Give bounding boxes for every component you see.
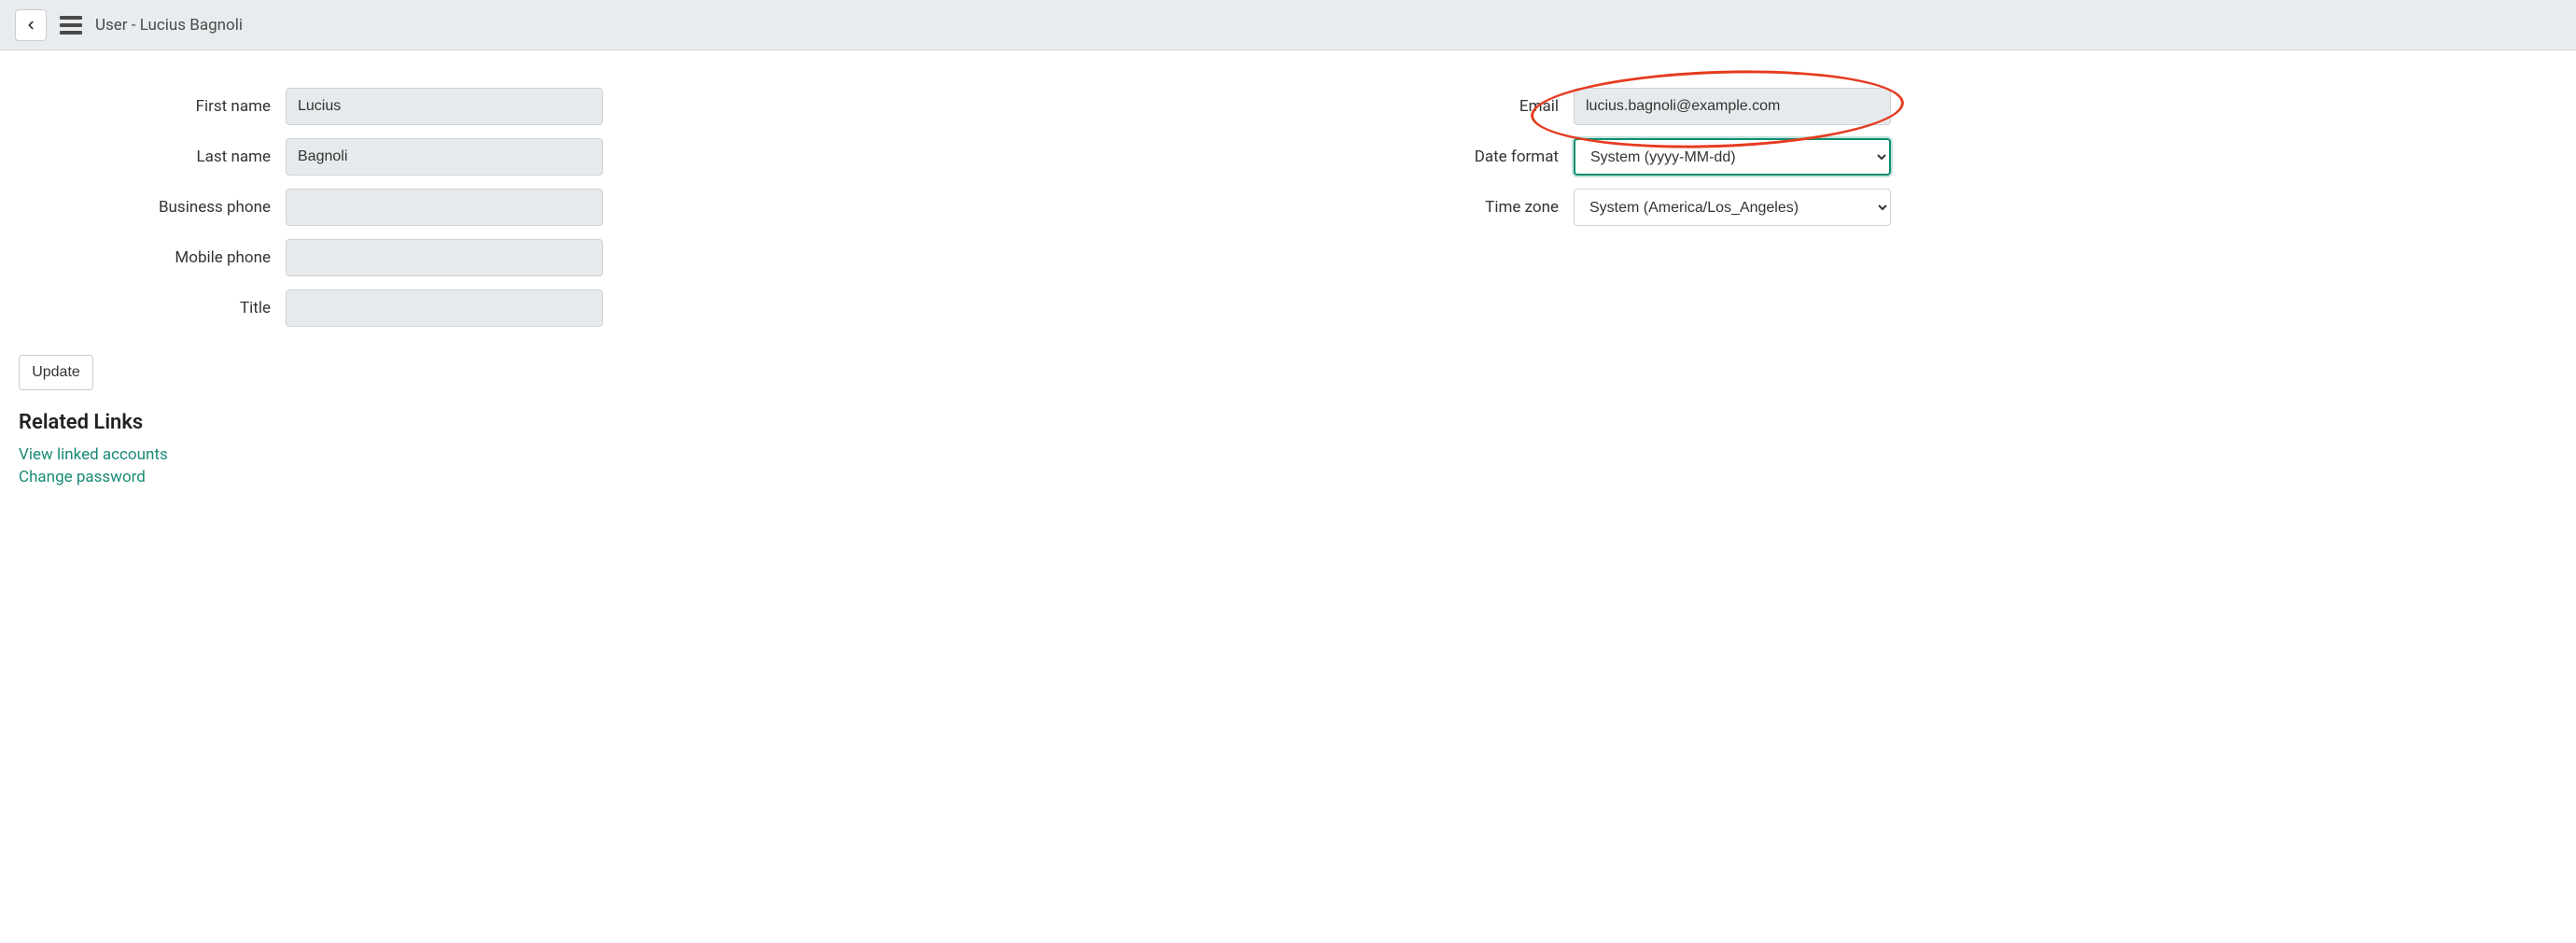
related-links-heading: Related Links bbox=[19, 411, 2557, 434]
row-title: Title bbox=[19, 289, 1269, 327]
chevron-left-icon bbox=[24, 19, 37, 32]
title-input[interactable] bbox=[286, 289, 603, 327]
page-title: User - Lucius Bagnoli bbox=[95, 16, 243, 35]
mobile-phone-input[interactable] bbox=[286, 239, 603, 276]
form-left-column: First name Last name Business phone Mobi… bbox=[19, 88, 1269, 327]
label-email: Email bbox=[1307, 97, 1559, 116]
business-phone-input[interactable] bbox=[286, 189, 603, 226]
form-columns: First name Last name Business phone Mobi… bbox=[19, 69, 2557, 345]
row-email: Email bbox=[1307, 88, 2557, 125]
time-zone-select[interactable]: System (America/Los_Angeles) bbox=[1574, 189, 1891, 226]
form-right-column: Email Date format System (yyyy-MM-dd) Ti… bbox=[1307, 88, 2557, 327]
label-time-zone: Time zone bbox=[1307, 198, 1559, 217]
link-change-password[interactable]: Change password bbox=[19, 468, 2557, 486]
label-business-phone: Business phone bbox=[19, 198, 271, 217]
row-business-phone: Business phone bbox=[19, 189, 1269, 226]
label-first-name: First name bbox=[19, 97, 271, 116]
content-area: First name Last name Business phone Mobi… bbox=[0, 50, 2576, 509]
row-last-name: Last name bbox=[19, 138, 1269, 176]
hamburger-menu-icon[interactable] bbox=[60, 16, 82, 35]
first-name-input[interactable] bbox=[286, 88, 603, 125]
related-links-section: Related Links View linked accounts Chang… bbox=[19, 411, 2557, 486]
label-title: Title bbox=[19, 299, 271, 317]
last-name-input[interactable] bbox=[286, 138, 603, 176]
link-view-linked-accounts[interactable]: View linked accounts bbox=[19, 445, 2557, 464]
back-button[interactable] bbox=[15, 9, 47, 41]
date-format-select[interactable]: System (yyyy-MM-dd) bbox=[1574, 138, 1891, 176]
row-first-name: First name bbox=[19, 88, 1269, 125]
update-button[interactable]: Update bbox=[19, 355, 93, 390]
label-date-format: Date format bbox=[1307, 148, 1559, 166]
row-mobile-phone: Mobile phone bbox=[19, 239, 1269, 276]
label-mobile-phone: Mobile phone bbox=[19, 248, 271, 267]
page-header: User - Lucius Bagnoli bbox=[0, 0, 2576, 50]
row-time-zone: Time zone System (America/Los_Angeles) bbox=[1307, 189, 2557, 226]
label-last-name: Last name bbox=[19, 148, 271, 166]
email-input[interactable] bbox=[1574, 88, 1891, 125]
row-date-format: Date format System (yyyy-MM-dd) bbox=[1307, 138, 2557, 176]
